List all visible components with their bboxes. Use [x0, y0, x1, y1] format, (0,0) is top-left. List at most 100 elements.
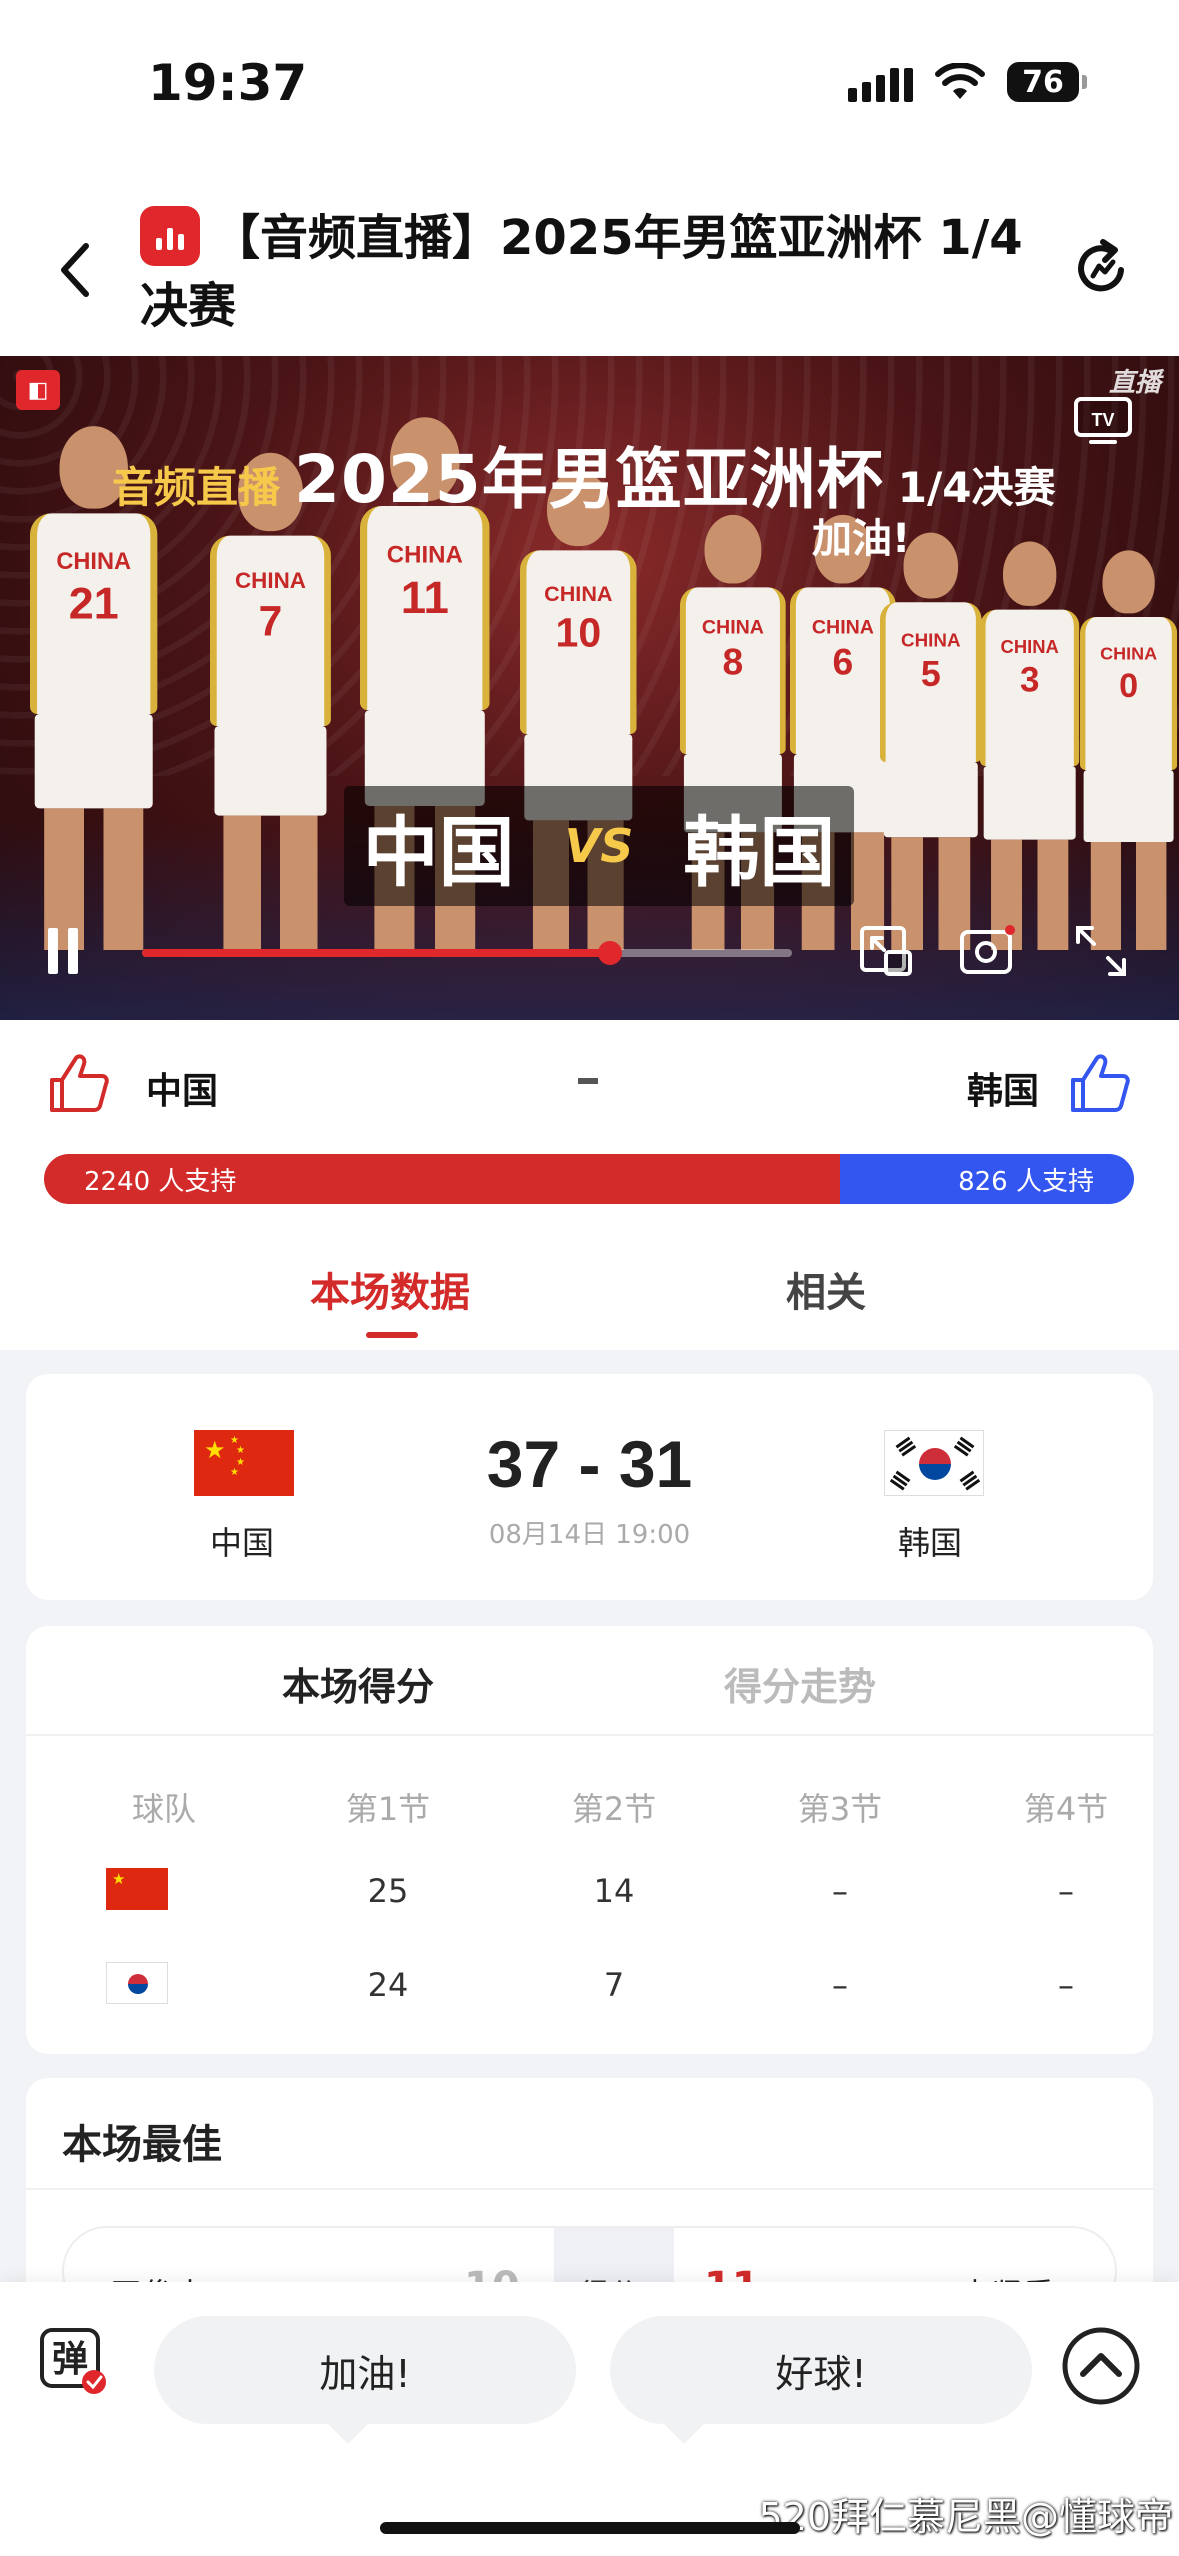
away-team-name: 韩国 — [898, 1524, 963, 1562]
table-row: 24 7 – – — [26, 1962, 1153, 2026]
tab-active-indicator — [366, 1332, 418, 1338]
header-team: 球队 — [131, 1790, 196, 1828]
svg-text:TV: TV — [1091, 410, 1114, 430]
screenshot-icon[interactable] — [958, 922, 1016, 980]
svg-text:弹: 弹 — [52, 2339, 88, 2380]
fullscreen-icon[interactable] — [1072, 922, 1130, 980]
back-arrow-icon[interactable] — [52, 240, 100, 300]
away-support-bar: 826 人支持 — [840, 1154, 1134, 1204]
tab-score-trend[interactable]: 得分走势 — [724, 1656, 876, 1711]
home-support-bar: 2240 人支持 — [44, 1154, 841, 1204]
jersey-label: CHINA — [701, 616, 764, 639]
pause-button[interactable] — [48, 928, 82, 974]
live-tag: 直播 — [1108, 368, 1161, 398]
header-q2: 第2节 — [571, 1790, 657, 1828]
pause-icon — [48, 928, 58, 974]
audio-live-icon — [140, 206, 200, 266]
vote-away-team: 韩国 — [966, 1071, 1039, 1112]
thumbs-up-away-icon[interactable] — [1067, 1050, 1133, 1116]
jersey-label: CHINA — [1000, 637, 1059, 658]
video-cheer-text: 加油! — [812, 516, 911, 562]
player-figure: CHINA 5 — [880, 532, 982, 950]
vs-home-team: 中国 — [362, 808, 515, 897]
content-tabs: 本场数据 相关 — [0, 1230, 1179, 1350]
match-time: 08月14日 19:00 — [488, 1520, 691, 1550]
pip-icon[interactable] — [858, 922, 916, 980]
jersey-label: CHINA — [811, 616, 874, 639]
jersey-number: 6 — [832, 642, 854, 684]
video-title-round: 1/4决赛 — [897, 463, 1056, 512]
video-player[interactable]: CHINA 21 CHINA 7 CHINA 11 CHINA 10 CHINA 8 CHINA 6 C… — [0, 356, 1179, 1020]
video-title-audio: 音频直播 — [112, 463, 281, 512]
refresh-icon[interactable] — [1069, 236, 1133, 300]
vs-away-team: 韩国 — [683, 808, 836, 897]
header: 【音频直播】2025年男篮亚洲杯 1/4决赛 — [0, 170, 1179, 356]
danmaku-toggle-icon[interactable]: 弹 — [38, 2326, 110, 2398]
jersey-number: 8 — [722, 642, 744, 684]
header-q3: 第3节 — [797, 1790, 883, 1828]
tv-cast-icon[interactable]: TV — [1073, 396, 1133, 446]
best-player-title: 本场最佳 — [62, 2122, 222, 2168]
china-flag-icon: ★ — [106, 1868, 168, 1910]
q1-score: 24 — [367, 1966, 409, 2004]
jersey-label: CHINA — [386, 541, 463, 569]
progress-bar[interactable] — [142, 941, 792, 965]
jersey-number: 21 — [68, 579, 119, 630]
status-time: 19:37 — [148, 54, 308, 112]
quick-comment-cheer[interactable]: 加油! — [154, 2316, 576, 2444]
player-figure: CHINA 7 — [210, 452, 331, 950]
jersey-number: 11 — [400, 573, 449, 624]
jersey-label: CHINA — [1100, 644, 1158, 664]
q1-score: 25 — [367, 1872, 409, 1910]
vote-home-team: 中国 — [146, 1071, 219, 1112]
jersey-number: 7 — [258, 598, 283, 646]
header-q4: 第4节 — [1023, 1790, 1109, 1828]
page-title: 【音频直播】2025年男篮亚洲杯 1/4决赛 — [140, 210, 1023, 334]
jersey-label: CHINA — [900, 630, 961, 652]
jersey-number: 0 — [1119, 667, 1139, 706]
vote-separator — [578, 1078, 598, 1084]
cellular-signal-icon — [848, 62, 913, 102]
vs-label: VS — [564, 819, 634, 873]
home-indicator[interactable] — [380, 2522, 800, 2534]
quarter-header-row: 球队 第1节 第2节 第3节 第4节 — [26, 1784, 1153, 1844]
thumbs-up-home-icon[interactable] — [46, 1050, 112, 1116]
video-title-main: 2025年男篮亚洲杯 — [294, 441, 884, 518]
status-bar: 19:37 76 — [0, 0, 1179, 170]
quarter-scores-card: 本场得分 得分走势 球队 第1节 第2节 第3节 第4节 ★ 25 14 – –… — [26, 1626, 1153, 2054]
korea-flag-icon — [884, 1430, 984, 1496]
q2-score: 14 — [593, 1872, 635, 1910]
tab-match-data[interactable]: 本场数据 — [310, 1260, 470, 1318]
support-ratio-bar: 2240 人支持 826 人支持 — [44, 1154, 1134, 1204]
jersey-number: 10 — [555, 610, 602, 657]
table-row: ★ 25 14 – – — [26, 1868, 1153, 1932]
q2-score: 7 — [603, 1966, 625, 2004]
jersey-label: CHINA — [235, 569, 306, 594]
tab-quarter-scores[interactable]: 本场得分 — [282, 1656, 434, 1711]
q3-score: – — [832, 1966, 848, 2004]
divider — [26, 2188, 1153, 2190]
header-q1: 第1节 — [345, 1790, 431, 1828]
q4-score: – — [1058, 1872, 1074, 1910]
tab-related[interactable]: 相关 — [786, 1260, 866, 1318]
match-score-card: ★ ★ ★ ★ ★ 中国 37 - 31 08月14日 19:00 韩国 — [26, 1374, 1153, 1600]
quick-comment-label: 好球! — [775, 2351, 867, 2396]
vs-banner: 中国 VS 韩国 — [344, 786, 854, 906]
quick-comment-label: 加油! — [319, 2351, 411, 2396]
status-icons: 76 — [848, 62, 1087, 102]
jersey-label: CHINA — [56, 548, 132, 575]
battery-icon: 76 — [1007, 62, 1087, 102]
progress-knob[interactable] — [598, 941, 622, 965]
korea-flag-icon — [106, 1962, 168, 2004]
jersey-label: CHINA — [544, 582, 613, 607]
watermark: 520拜仁慕尼黑@懂球帝 — [758, 2495, 1173, 2539]
video-title: 音频直播 2025年男篮亚洲杯 1/4决赛 — [112, 426, 1056, 522]
jersey-number: 5 — [920, 654, 941, 695]
wifi-icon — [935, 63, 985, 101]
scroll-to-top-icon[interactable] — [1061, 2326, 1141, 2406]
player-figure: CHINA 0 — [1080, 550, 1178, 950]
q3-score: – — [832, 1872, 848, 1910]
quick-comment-nice-shot[interactable]: 好球! — [610, 2316, 1032, 2444]
support-vote-section: 中国 韩国 2240 人支持 826 人支持 — [0, 1020, 1179, 1230]
player-figure: CHINA 3 — [980, 541, 1080, 950]
